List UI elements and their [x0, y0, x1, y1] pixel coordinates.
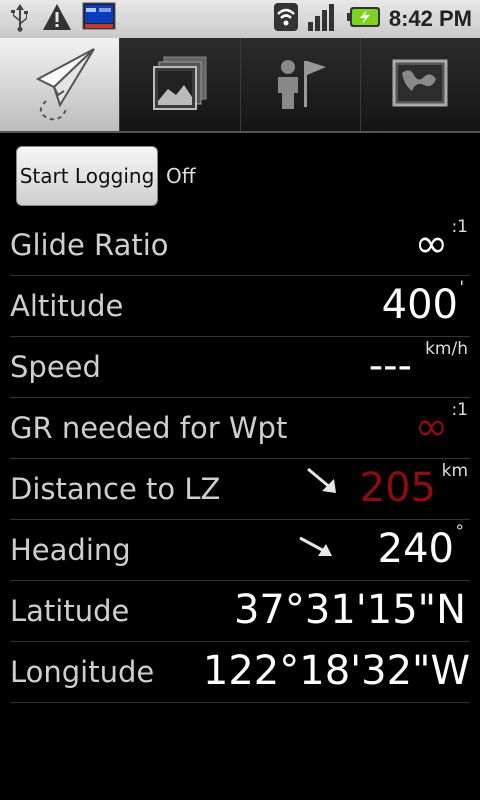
glide-ratio-label: Glide Ratio: [10, 228, 169, 262]
tab-map[interactable]: [359, 38, 480, 131]
status-bar: 8:42 PM: [0, 0, 480, 39]
glide-ratio-value: ∞: [414, 221, 448, 267]
tab-waypoints[interactable]: [239, 38, 360, 131]
latitude-label: Latitude: [10, 594, 130, 628]
flight-data-list: Glide Ratio ∞ :1 Altitude 400 ' Speed --…: [10, 215, 470, 703]
start-logging-button[interactable]: Start Logging: [16, 146, 158, 206]
row-heading: Heading 240 °: [10, 520, 470, 581]
tab-bar: [0, 38, 480, 133]
row-distance-lz: Distance to LZ 205 km: [10, 459, 470, 520]
gr-needed-unit: :1: [451, 400, 468, 420]
arrow-heading-icon: [298, 534, 332, 564]
distance-lz-label: Distance to LZ: [10, 472, 221, 506]
tab-gallery[interactable]: [119, 38, 240, 131]
altitude-label: Altitude: [10, 289, 124, 323]
logging-status: Off: [166, 164, 196, 188]
person-flag-icon: [270, 53, 330, 117]
speed-unit: km/h: [425, 339, 468, 359]
distance-lz-value: 205: [359, 465, 436, 511]
row-latitude: Latitude 37°31'15"N: [10, 581, 470, 642]
row-glide-ratio: Glide Ratio ∞ :1: [10, 215, 470, 276]
battery-charging-icon: [346, 5, 381, 33]
paper-plane-icon: [20, 43, 100, 127]
map-icon: [390, 55, 450, 115]
altitude-value: 400: [381, 282, 458, 328]
speed-label: Speed: [10, 350, 101, 384]
heading-value: 240: [377, 526, 454, 572]
notification-thumbnail-icon: [82, 2, 116, 36]
usb-icon: [8, 2, 32, 36]
longitude-value: 122°18'32"W: [202, 648, 470, 694]
speed-value: ---: [368, 343, 412, 389]
logging-row: Start Logging Off: [16, 146, 196, 206]
altitude-unit: ': [459, 278, 464, 298]
heading-unit: °: [455, 522, 465, 542]
heading-label: Heading: [10, 533, 131, 567]
signal-icon: [307, 2, 339, 36]
gr-needed-label: GR needed for Wpt: [10, 411, 288, 445]
gr-needed-value: ∞: [414, 404, 448, 450]
row-gr-needed: GR needed for Wpt ∞ :1: [10, 398, 470, 459]
warning-icon: [42, 3, 72, 35]
longitude-label: Longitude: [10, 655, 155, 689]
gallery-icon: [150, 53, 210, 117]
arrow-down-right-icon: [306, 467, 340, 497]
tab-flight[interactable]: [0, 38, 120, 131]
row-longitude: Longitude 122°18'32"W: [10, 642, 470, 703]
wifi-icon: [273, 2, 299, 36]
status-time: 8:42 PM: [388, 6, 472, 31]
row-altitude: Altitude 400 ': [10, 276, 470, 337]
distance-lz-unit: km: [441, 461, 468, 481]
glide-ratio-unit: :1: [451, 217, 468, 237]
latitude-value: 37°31'15"N: [233, 587, 466, 633]
row-speed: Speed --- km/h: [10, 337, 470, 398]
